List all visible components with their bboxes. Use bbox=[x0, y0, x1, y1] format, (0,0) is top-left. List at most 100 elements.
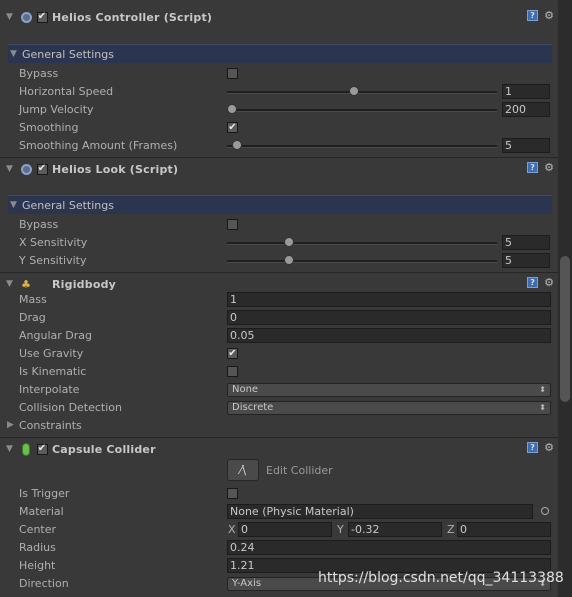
jump-velocity-label: Jump Velocity bbox=[19, 103, 94, 116]
smoothing-amount-label: Smoothing Amount (Frames) bbox=[19, 139, 178, 152]
center-x-field[interactable]: 0 bbox=[238, 522, 332, 537]
smoothing-amount-slider-handle[interactable] bbox=[232, 140, 243, 150]
is-kinematic-checkbox[interactable] bbox=[227, 366, 238, 377]
section-label: General Settings bbox=[22, 47, 114, 61]
component-title: Capsule Collider bbox=[52, 442, 156, 456]
interpolate-dropdown[interactable]: None ⬍ bbox=[227, 383, 551, 397]
radius-field[interactable]: 0.24 bbox=[227, 540, 551, 555]
drag-field[interactable]: 0 bbox=[227, 310, 551, 325]
smoothing-checkbox[interactable]: ✔ bbox=[227, 122, 238, 133]
script-icon bbox=[20, 163, 32, 175]
material-row: Material None (Physic Material) bbox=[0, 503, 558, 521]
constraints-row[interactable]: ▶ Constraints bbox=[0, 417, 558, 435]
smoothing-row: Smoothing ✔ bbox=[0, 119, 558, 137]
edit-collider-label: Edit Collider bbox=[266, 464, 333, 477]
helios-controller-header[interactable]: ▼ ✔ Helios Controller (Script) ? ⚙ bbox=[0, 6, 558, 28]
radius-label: Radius bbox=[19, 541, 56, 554]
direction-label: Direction bbox=[19, 577, 69, 590]
horizontal-speed-field[interactable]: 1 bbox=[502, 84, 550, 99]
radius-row: Radius 0.24 bbox=[0, 539, 558, 557]
material-field[interactable]: None (Physic Material) bbox=[227, 504, 533, 519]
angular-drag-label: Angular Drag bbox=[19, 329, 92, 342]
angular-drag-field[interactable]: 0.05 bbox=[227, 328, 551, 343]
x-sensitivity-field[interactable]: 5 bbox=[502, 235, 550, 250]
jump-velocity-row: Jump Velocity 200 bbox=[0, 101, 558, 119]
capsule-collider-header[interactable]: ▼ ✔ Capsule Collider ? ⚙ bbox=[0, 438, 558, 460]
component-enabled-checkbox[interactable]: ✔ bbox=[36, 11, 48, 23]
mass-label: Mass bbox=[19, 293, 47, 306]
x-sensitivity-slider-handle[interactable] bbox=[284, 237, 295, 247]
scrollbar-thumb[interactable] bbox=[560, 256, 570, 402]
is-kinematic-label: Is Kinematic bbox=[19, 365, 87, 378]
x-sensitivity-slider[interactable] bbox=[227, 242, 497, 245]
component-enabled-checkbox[interactable]: ✔ bbox=[36, 443, 48, 455]
collision-detection-row: Collision Detection Discrete ⬍ bbox=[0, 399, 558, 417]
look-bypass-row: Bypass bbox=[0, 216, 558, 234]
is-kinematic-row: Is Kinematic bbox=[0, 363, 558, 381]
fold-arrow-icon[interactable]: ▼ bbox=[10, 200, 20, 210]
y-sensitivity-row: Y Sensitivity 5 bbox=[0, 252, 558, 270]
mass-row: Mass 1 bbox=[0, 291, 558, 309]
gear-icon[interactable]: ⚙ bbox=[544, 442, 554, 453]
edit-collider-button[interactable]: ⁄\ bbox=[227, 459, 259, 481]
use-gravity-label: Use Gravity bbox=[19, 347, 84, 360]
script-icon bbox=[20, 11, 32, 23]
gear-icon[interactable]: ⚙ bbox=[544, 10, 554, 21]
help-icon[interactable]: ? bbox=[527, 162, 539, 173]
dropdown-arrows-icon: ⬍ bbox=[539, 385, 546, 394]
x-sensitivity-row: X Sensitivity 5 bbox=[0, 234, 558, 252]
use-gravity-checkbox[interactable]: ✔ bbox=[227, 348, 238, 359]
horizontal-speed-row: Horizontal Speed 1 bbox=[0, 83, 558, 101]
center-y-field[interactable]: -0.32 bbox=[348, 522, 442, 537]
general-settings-section[interactable]: ▼ General Settings bbox=[8, 195, 552, 214]
is-trigger-checkbox[interactable] bbox=[227, 488, 238, 499]
gear-icon[interactable]: ⚙ bbox=[544, 277, 554, 288]
bypass-label: Bypass bbox=[19, 67, 59, 80]
jump-velocity-field[interactable]: 200 bbox=[502, 102, 550, 117]
jump-velocity-slider-handle[interactable] bbox=[227, 104, 237, 114]
y-sensitivity-slider[interactable] bbox=[227, 260, 497, 263]
component-enabled-checkbox[interactable]: ✔ bbox=[36, 163, 48, 175]
is-trigger-row: Is Trigger bbox=[0, 485, 558, 503]
drag-row: Drag 0 bbox=[0, 309, 558, 327]
component-title: Helios Look (Script) bbox=[52, 162, 179, 176]
y-sensitivity-slider-handle[interactable] bbox=[284, 255, 295, 265]
center-z-field[interactable]: 0 bbox=[457, 522, 551, 537]
is-trigger-label: Is Trigger bbox=[19, 487, 70, 500]
help-icon[interactable]: ? bbox=[527, 277, 539, 288]
watermark-text: https://blog.csdn.net/qq_34113388 bbox=[318, 570, 564, 586]
helios-look-header[interactable]: ▼ ✔ Helios Look (Script) ? ⚙ bbox=[0, 158, 558, 180]
general-settings-section[interactable]: ▼ General Settings bbox=[8, 44, 552, 63]
center-z-label: Z bbox=[447, 523, 455, 536]
fold-arrow-icon[interactable]: ▼ bbox=[6, 279, 16, 289]
mass-field[interactable]: 1 bbox=[227, 292, 551, 307]
bypass-row: Bypass bbox=[0, 65, 558, 83]
dropdown-value: Discrete bbox=[232, 402, 274, 413]
component-title: Rigidbody bbox=[52, 277, 117, 291]
horizontal-speed-slider[interactable] bbox=[227, 91, 497, 94]
fold-arrow-icon[interactable]: ▼ bbox=[6, 444, 16, 454]
vertical-scrollbar[interactable] bbox=[558, 0, 572, 597]
component-title: Helios Controller (Script) bbox=[52, 10, 213, 24]
fold-arrow-icon[interactable]: ▼ bbox=[6, 12, 16, 22]
collision-detection-dropdown[interactable]: Discrete ⬍ bbox=[227, 401, 551, 415]
bypass-checkbox[interactable] bbox=[227, 219, 238, 230]
horizontal-speed-label: Horizontal Speed bbox=[19, 85, 114, 98]
use-gravity-row: Use Gravity ✔ bbox=[0, 345, 558, 363]
bypass-checkbox[interactable] bbox=[227, 68, 238, 79]
smoothing-amount-slider[interactable] bbox=[227, 145, 497, 148]
smoothing-amount-field[interactable]: 5 bbox=[502, 138, 550, 153]
help-icon[interactable]: ? bbox=[527, 442, 539, 453]
horizontal-speed-slider-handle[interactable] bbox=[349, 86, 360, 96]
constraints-label: Constraints bbox=[19, 419, 82, 432]
object-picker-icon[interactable] bbox=[541, 507, 549, 515]
fold-arrow-icon[interactable]: ▼ bbox=[10, 49, 20, 59]
center-row: Center X 0 Y -0.32 Z 0 bbox=[0, 521, 558, 539]
jump-velocity-slider[interactable] bbox=[227, 109, 497, 112]
rigidbody-icon: ♣ bbox=[21, 277, 31, 291]
fold-arrow-icon[interactable]: ▼ bbox=[6, 164, 16, 174]
help-icon[interactable]: ? bbox=[527, 10, 539, 21]
gear-icon[interactable]: ⚙ bbox=[544, 162, 554, 173]
y-sensitivity-field[interactable]: 5 bbox=[502, 253, 550, 268]
fold-arrow-icon[interactable]: ▶ bbox=[7, 420, 14, 430]
